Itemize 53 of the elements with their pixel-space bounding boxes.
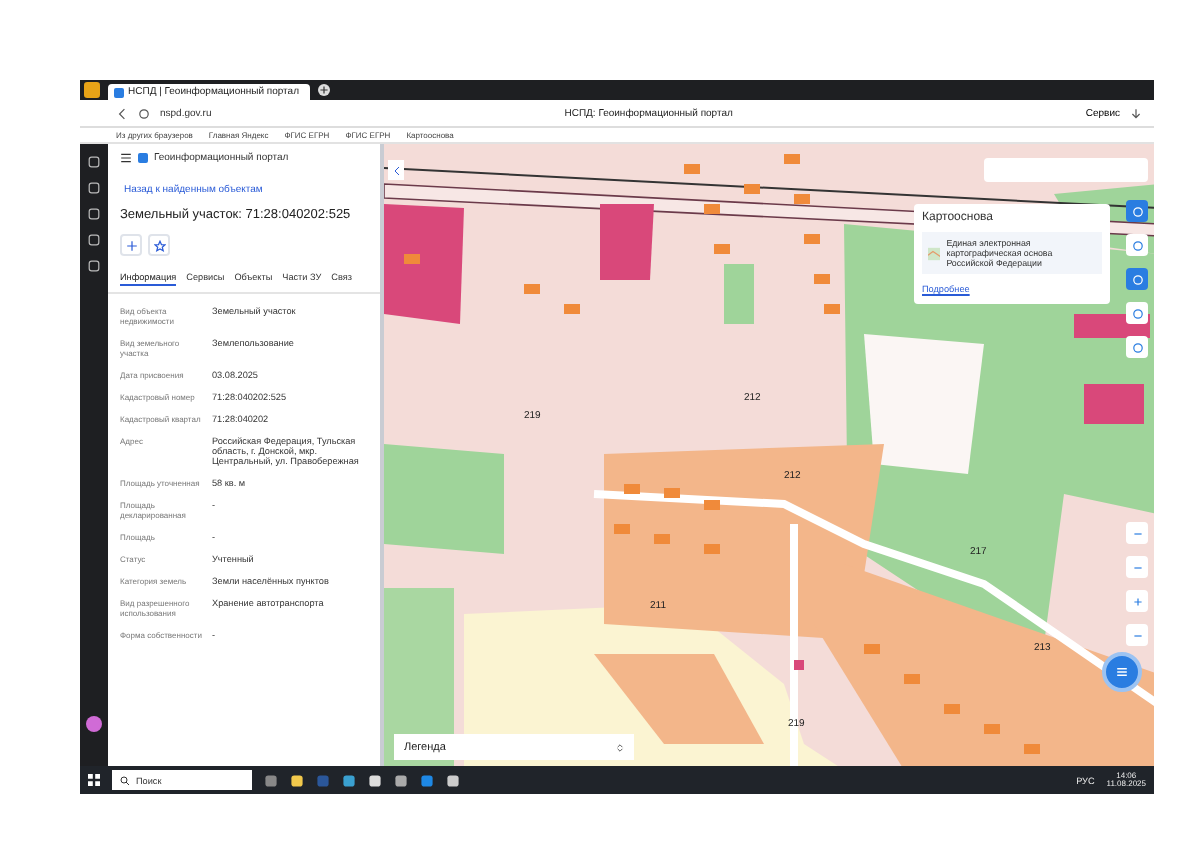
- building: [624, 484, 640, 494]
- building: [684, 164, 700, 174]
- building: [794, 194, 810, 204]
- back-icon[interactable]: [116, 107, 128, 119]
- building: [984, 724, 1000, 734]
- building: [704, 544, 720, 554]
- building: [864, 644, 880, 654]
- building: [904, 674, 920, 684]
- park-area: [384, 444, 504, 554]
- portal-logo-icon: [138, 152, 148, 164]
- print-button[interactable]: [1126, 336, 1148, 358]
- menu-icon[interactable]: [120, 152, 132, 164]
- page-icon: [114, 87, 124, 97]
- star-icon: [153, 239, 165, 251]
- building: [744, 184, 760, 194]
- building: [614, 524, 630, 534]
- search-field[interactable]: [984, 158, 1148, 182]
- building: [664, 488, 680, 498]
- basemap-button[interactable]: [1126, 268, 1148, 290]
- building: [654, 534, 670, 544]
- chevron-icon: [391, 165, 401, 175]
- dotted-zone: [864, 334, 984, 474]
- building: [814, 274, 830, 284]
- building: [784, 154, 800, 164]
- building: [714, 244, 730, 254]
- share-button[interactable]: [1126, 302, 1148, 324]
- search-button[interactable]: [1126, 200, 1148, 222]
- sort-icon: [616, 741, 624, 753]
- building: [524, 284, 540, 294]
- download-icon[interactable]: [1130, 107, 1142, 119]
- park-area: [724, 264, 754, 324]
- building: [1024, 744, 1040, 754]
- building: [704, 204, 720, 214]
- minus-icon: [1131, 629, 1143, 641]
- windows-icon[interactable]: [88, 774, 100, 786]
- app-icon: [84, 82, 100, 98]
- building: [1084, 384, 1144, 424]
- building: [564, 304, 580, 314]
- map-pin-button[interactable]: [120, 234, 142, 256]
- new-tab-icon[interactable]: [317, 84, 329, 96]
- plus-icon: [1131, 595, 1143, 607]
- building: [804, 234, 820, 244]
- list-icon: [1114, 664, 1130, 680]
- reload-icon[interactable]: [138, 107, 150, 119]
- star-button[interactable]: [148, 234, 170, 256]
- layers-button[interactable]: [1126, 234, 1148, 256]
- assistant-icon[interactable]: [86, 716, 102, 732]
- building: [794, 660, 804, 670]
- collapse-button[interactable]: [388, 160, 404, 180]
- building: [824, 304, 840, 314]
- building: [600, 204, 654, 280]
- building: [704, 500, 720, 510]
- building: [944, 704, 960, 714]
